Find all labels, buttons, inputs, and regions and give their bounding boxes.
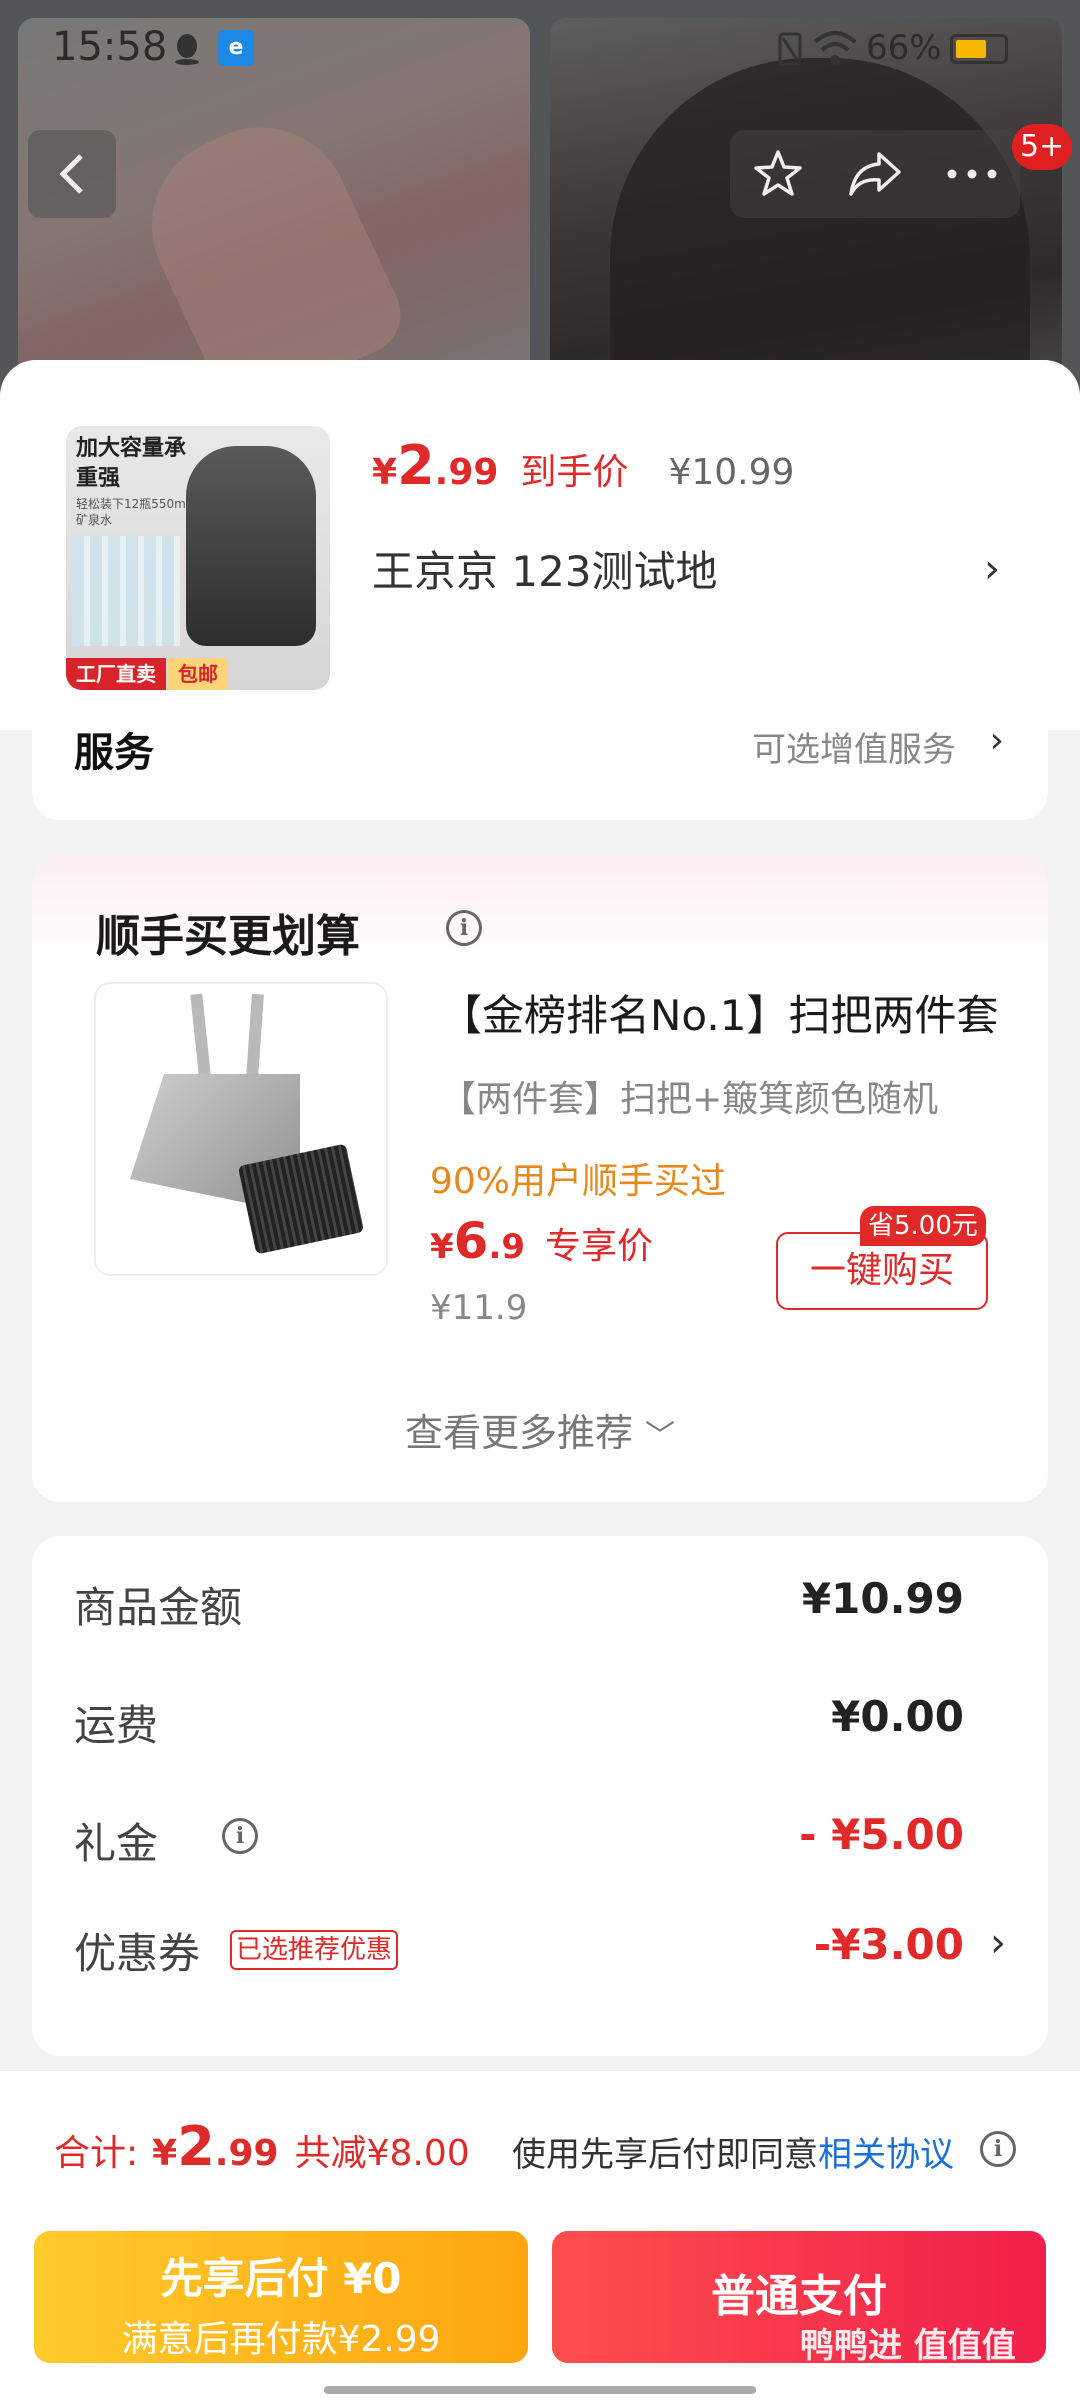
watermark: 鸭鸭进 值值值 [800, 2326, 1016, 2366]
chevron-right-icon[interactable]: › [984, 546, 1000, 592]
battery-percent: 66% [866, 28, 942, 68]
recommend-social-proof: 90%用户顺手买过 [430, 1161, 727, 1202]
thumb-headline: 加大容量承重强 [76, 436, 187, 491]
pay-later-button[interactable]: 先享后付 ¥0 满意后再付款¥2.99 [34, 2231, 528, 2363]
status-bar: 15:58 e 66% [0, 0, 1080, 100]
recommend-original-price: ¥11.9 [430, 1288, 528, 1328]
recommend-title: 顺手买更划算 i [96, 900, 482, 964]
back-button[interactable] [28, 130, 116, 218]
share-icon[interactable] [847, 148, 903, 200]
agreement-link[interactable]: 相关协议 [818, 2135, 954, 2175]
save-badge: 省5.00元 [860, 1206, 986, 1246]
header-actions [730, 130, 1020, 218]
battery-icon [950, 34, 1008, 64]
summary-row-shipping: 运费 ¥0.00 [74, 1692, 964, 1750]
chevron-down-icon: ﹀ [645, 1419, 676, 1454]
info-icon[interactable]: i [980, 2131, 1016, 2167]
info-icon[interactable]: i [446, 910, 482, 946]
status-time: 15:58 [52, 24, 168, 70]
final-price-label: 到手价 [520, 452, 629, 493]
order-total: 合计: ¥ 2 .99 共减¥8.00 [54, 2115, 470, 2178]
recommend-product-image[interactable] [94, 982, 388, 1276]
thumb-tag-factory: 工厂直卖 [66, 658, 166, 690]
summary-row-goods: 商品金额 ¥10.99 [74, 1574, 964, 1632]
coupon-tag: 已选推荐优惠 [230, 1930, 399, 1970]
final-price: ¥ 2 .99 到手价 ¥10.99 [372, 434, 795, 497]
thumb-subline: 轻松装下12瓶550ml矿泉水 [76, 497, 190, 527]
service-value: 可选增值服务 [752, 730, 956, 770]
info-icon[interactable]: i [222, 1818, 258, 1854]
summary-row-coupon[interactable]: 优惠券 已选推荐优惠 -¥3.00 › [74, 1920, 1006, 1980]
product-thumbnail: 加大容量承重强 轻松装下12瓶550ml矿泉水 工厂直卖 包邮 [66, 426, 330, 690]
chevron-right-icon: › [990, 1920, 1006, 1966]
recommend-card: 顺手买更划算 i 【金榜排名No.1】扫把两件套 【两件套】扫把+簸箕颜色随机 … [32, 856, 1048, 1502]
qq-icon [175, 34, 199, 65]
browser-icon: e [218, 30, 254, 66]
recommend-price-label: 专享价 [545, 1226, 654, 1267]
agreement-text: 使用先享后付即同意相关协议 [512, 2135, 954, 2175]
home-indicator[interactable] [324, 2386, 756, 2394]
wifi-icon [813, 31, 857, 65]
recommend-product-name[interactable]: 【金榜排名No.1】扫把两件套 [440, 982, 1020, 1043]
chevron-left-icon [59, 154, 83, 194]
message-badge: 5+ [1012, 124, 1073, 170]
thumb-tag-shipping: 包邮 [168, 658, 228, 690]
sheet-header: 加大容量承重强 轻松装下12瓶550ml矿泉水 工厂直卖 包邮 ¥ 2 .99 … [0, 360, 1080, 730]
recommend-price: ¥ 6 .9 专享价 [430, 1212, 654, 1270]
total-discount: 共减¥8.00 [294, 2133, 470, 2174]
sim-icon [778, 32, 802, 66]
service-card[interactable]: 服务 可选增值服务 › [32, 720, 1048, 820]
service-title: 服务 [74, 730, 154, 776]
star-icon[interactable] [752, 148, 804, 200]
more-recommendations-link[interactable]: 查看更多推荐 ﹀ [32, 1402, 1048, 1457]
summary-row-gift: 礼金 i - ¥5.00 [74, 1810, 964, 1868]
delivery-address[interactable]: 王京京 123测试地 [372, 538, 718, 599]
original-price: ¥10.99 [668, 452, 795, 493]
price-summary-card: 商品金额 ¥10.99 运费 ¥0.00 礼金 i - ¥5.00 优惠券 已选… [32, 1536, 1048, 2056]
recommend-product-subtitle: 【两件套】扫把+簸箕颜色随机 [440, 1079, 939, 1120]
more-icon[interactable] [946, 168, 998, 180]
chevron-right-icon: › [989, 720, 1004, 761]
